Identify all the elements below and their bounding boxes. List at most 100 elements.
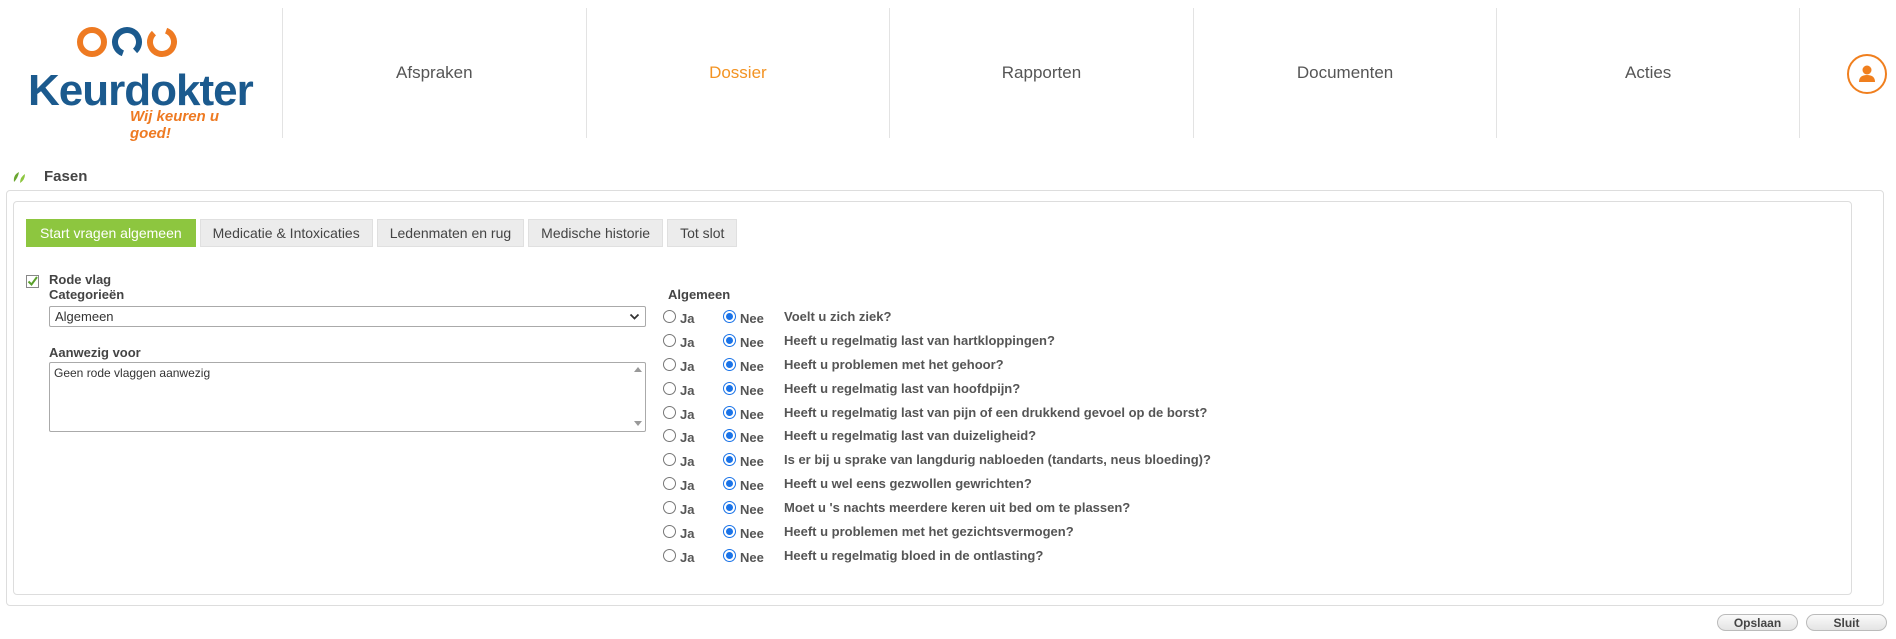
brand-tagline: Wij keuren u goed! bbox=[130, 108, 220, 142]
radio-ja[interactable] bbox=[663, 405, 676, 419]
tab-ledenmaten-en-rug[interactable]: Ledenmaten en rug bbox=[376, 219, 525, 247]
radio-ja[interactable] bbox=[663, 429, 676, 443]
tab-medicatie-intoxicaties[interactable]: Medicatie & Intoxicaties bbox=[199, 219, 373, 247]
radio-nee[interactable] bbox=[723, 405, 736, 419]
radio-ja[interactable] bbox=[663, 548, 676, 562]
radio-nee-label[interactable]: Nee bbox=[740, 335, 764, 350]
nav-item-documenten[interactable]: Documenten bbox=[1192, 8, 1497, 138]
radio-nee[interactable] bbox=[723, 333, 736, 347]
radio-ja-label[interactable]: Ja bbox=[680, 311, 694, 326]
radio-ja[interactable] bbox=[663, 333, 676, 347]
radio-ja[interactable] bbox=[663, 477, 676, 491]
tab-start-vragen-algemeen[interactable]: Start vragen algemeen bbox=[26, 219, 196, 247]
radio-nee[interactable] bbox=[723, 477, 736, 491]
aanwezig-voor-label: Aanwezig voor bbox=[49, 345, 141, 360]
question-row: Ja Nee Heeft u problemen met het gehoor? bbox=[663, 356, 1363, 380]
radio-nee[interactable] bbox=[723, 525, 736, 539]
question-list: Ja Nee Voelt u zich ziek? Ja Nee Heeft u rege… bbox=[663, 308, 1363, 571]
tab-medische-historie[interactable]: Medische historie bbox=[528, 219, 664, 247]
question-row: Ja Nee Heeft u regelmatig last van duizeli… bbox=[663, 427, 1363, 451]
user-icon bbox=[1859, 65, 1875, 82]
category-select-value: Algemeen bbox=[55, 309, 114, 324]
aanwezig-voor-textarea[interactable]: Geen rode vlaggen aanwezig bbox=[49, 362, 646, 432]
question-row: Ja Nee Heeft u problemen met het gezichtsv… bbox=[663, 523, 1363, 547]
chevron-down-icon bbox=[629, 313, 640, 320]
question-text: Heeft u regelmatig last van hartklopping… bbox=[784, 332, 1055, 348]
radio-nee-label[interactable]: Nee bbox=[740, 359, 764, 374]
rode-vlag-label: Rode vlag bbox=[49, 272, 112, 287]
radio-ja-label[interactable]: Ja bbox=[680, 383, 694, 398]
nav-item-afspraken[interactable]: Afspraken bbox=[282, 8, 586, 138]
leaf-icon bbox=[13, 172, 25, 183]
question-text: Heeft u regelmatig bloed in de ontlastin… bbox=[784, 547, 1044, 563]
radio-ja-label[interactable]: Ja bbox=[680, 407, 694, 422]
header: Keurdokter Wij keuren u goed! Afspraken … bbox=[0, 0, 1896, 142]
question-row: Ja Nee Heeft u regelmatig last van hoofdpi… bbox=[663, 380, 1363, 404]
nav-item-rapporten[interactable]: Rapporten bbox=[889, 8, 1193, 138]
rode-vlag-checkbox[interactable] bbox=[26, 275, 39, 288]
radio-ja-label[interactable]: Ja bbox=[680, 430, 694, 445]
radio-nee[interactable] bbox=[723, 381, 736, 395]
radio-ja-label[interactable]: Ja bbox=[680, 526, 694, 541]
radio-ja-label[interactable]: Ja bbox=[680, 550, 694, 565]
radio-ja-label[interactable]: Ja bbox=[680, 478, 694, 493]
radio-nee-label[interactable]: Nee bbox=[740, 478, 764, 493]
radio-nee-label[interactable]: Nee bbox=[740, 311, 764, 326]
radio-ja-label[interactable]: Ja bbox=[680, 502, 694, 517]
phase-tabs: Start vragen algemeen Medicatie & Intoxi… bbox=[26, 219, 738, 247]
question-text: Is er bij u sprake van langdurig nabloed… bbox=[784, 452, 1211, 468]
question-row: Ja Nee Is er bij u sprake van langdurig na… bbox=[663, 451, 1363, 475]
radio-nee-label[interactable]: Nee bbox=[740, 454, 764, 469]
radio-nee-label[interactable]: Nee bbox=[740, 502, 764, 517]
tab-tot-slot[interactable]: Tot slot bbox=[667, 219, 738, 247]
radio-ja-label[interactable]: Ja bbox=[680, 454, 694, 469]
radio-nee[interactable] bbox=[723, 429, 736, 443]
radio-nee-label[interactable]: Nee bbox=[740, 550, 764, 565]
question-text: Moet u 's nachts meerdere keren uit bed … bbox=[784, 500, 1131, 516]
radio-nee-label[interactable]: Nee bbox=[740, 526, 764, 541]
radio-ja[interactable] bbox=[663, 310, 676, 323]
question-text: Heeft u regelmatig last van duizeligheid… bbox=[784, 428, 1037, 444]
radio-nee[interactable] bbox=[723, 548, 736, 562]
question-text: Heeft u regelmatig last van pijn of een … bbox=[784, 404, 1208, 420]
question-row: Ja Nee Heeft u regelmatig last van pijn of… bbox=[663, 404, 1363, 428]
categories-label: Categorieën bbox=[49, 287, 125, 302]
keurdokter-logo[interactable]: Keurdokter Wij keuren u goed! bbox=[22, 26, 254, 142]
main-nav: Afspraken Dossier Rapporten Documenten A… bbox=[282, 8, 1800, 138]
logo-rings-icon bbox=[77, 27, 177, 57]
aanwezig-voor-value: Geen rode vlaggen aanwezig bbox=[54, 366, 211, 380]
question-row: Ja Nee Voelt u zich ziek? bbox=[663, 308, 1363, 332]
radio-ja-label[interactable]: Ja bbox=[680, 335, 694, 350]
nav-item-acties[interactable]: Acties bbox=[1496, 8, 1800, 138]
question-row: Ja Nee Moet u 's nachts meerdere keren uit… bbox=[663, 499, 1363, 523]
radio-nee[interactable] bbox=[723, 357, 736, 371]
section-title: Fasen bbox=[44, 168, 88, 185]
radio-nee-label[interactable]: Nee bbox=[740, 407, 764, 422]
close-button[interactable]: Sluit bbox=[1806, 614, 1887, 631]
radio-ja[interactable] bbox=[663, 357, 676, 371]
category-select[interactable]: Algemeen bbox=[49, 306, 646, 327]
radio-nee[interactable] bbox=[723, 501, 736, 515]
radio-ja[interactable] bbox=[663, 501, 676, 515]
radio-ja[interactable] bbox=[663, 381, 676, 395]
radio-nee-label[interactable]: Nee bbox=[740, 430, 764, 445]
question-text: Heeft u regelmatig last van hoofdpijn? bbox=[784, 380, 1021, 396]
radio-nee[interactable] bbox=[723, 310, 736, 323]
radio-ja[interactable] bbox=[663, 453, 676, 467]
nav-item-dossier[interactable]: Dossier bbox=[585, 8, 890, 138]
profile-button[interactable] bbox=[1847, 54, 1887, 94]
question-text: Heeft u problemen met het gehoor? bbox=[784, 356, 1004, 372]
radio-ja-label[interactable]: Ja bbox=[680, 359, 694, 374]
question-row: Ja Nee Heeft u wel eens gezwollen gewricht… bbox=[663, 475, 1363, 499]
radio-nee-label[interactable]: Nee bbox=[740, 383, 764, 398]
scroll-up-icon[interactable] bbox=[634, 367, 642, 372]
question-row: Ja Nee Heeft u regelmatig last van hartklo… bbox=[663, 332, 1363, 356]
radio-nee[interactable] bbox=[723, 453, 736, 467]
question-text: Heeft u problemen met het gezichtsvermog… bbox=[784, 524, 1074, 540]
save-button[interactable]: Opslaan bbox=[1717, 614, 1798, 631]
question-text: Voelt u zich ziek? bbox=[784, 309, 892, 324]
question-row: Ja Nee Heeft u regelmatig bloed in de ontl… bbox=[663, 547, 1363, 571]
question-text: Heeft u wel eens gezwollen gewrichten? bbox=[784, 476, 1032, 492]
radio-ja[interactable] bbox=[663, 525, 676, 539]
scroll-down-icon[interactable] bbox=[634, 421, 642, 426]
